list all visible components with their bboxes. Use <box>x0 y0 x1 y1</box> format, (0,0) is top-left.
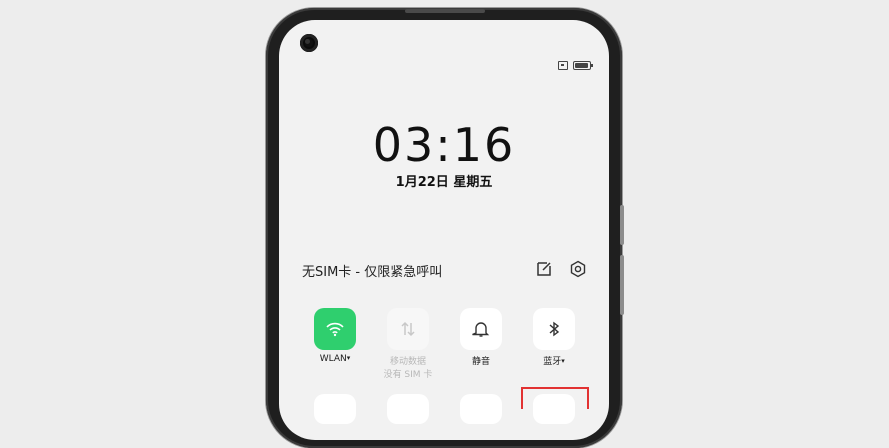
earpiece-speaker <box>405 9 485 13</box>
clock-time: 03:16 <box>372 118 516 172</box>
phone-screen <box>279 20 609 440</box>
tile-row2-2[interactable] <box>387 394 429 424</box>
wifi-icon <box>326 322 344 337</box>
bluetooth-toggle[interactable] <box>533 308 575 350</box>
volume-button <box>620 205 624 245</box>
sim-card-icon <box>558 60 568 70</box>
wlan-toggle[interactable] <box>314 308 356 350</box>
mute-toggle[interactable] <box>460 308 502 350</box>
sim-status-text: 无SIM卡 - 仅限紧急呼叫 <box>302 265 443 280</box>
status-bar <box>558 60 593 70</box>
bluetooth-label: 蓝牙▾ <box>519 354 589 367</box>
bluetooth-label-text: 蓝牙 <box>543 357 562 367</box>
settings-gear-icon[interactable] <box>569 260 587 278</box>
bluetooth-caret-icon[interactable]: ▾ <box>561 357 565 365</box>
front-camera-icon <box>300 34 318 52</box>
mobile-data-label: 移动数据 <box>389 357 426 367</box>
tile-row2-3[interactable] <box>460 394 502 424</box>
edit-icon[interactable] <box>535 260 553 278</box>
power-button <box>620 255 624 315</box>
highlight-box <box>521 387 589 409</box>
wlan-label: WLAN▾ <box>300 354 370 364</box>
wlan-caret-icon[interactable]: ▾ <box>347 354 351 362</box>
battery-icon <box>573 60 593 70</box>
wlan-label-text: WLAN <box>319 354 347 364</box>
mute-label: 静音 <box>471 357 490 367</box>
mobile-data-icon <box>401 321 415 337</box>
bluetooth-icon <box>549 321 560 337</box>
mobile-data-toggle[interactable] <box>387 308 429 350</box>
tile-row2-1[interactable] <box>314 394 356 424</box>
mobile-data-sublabel: 没有 SIM 卡 <box>383 370 433 380</box>
clock-date: 1月22日 星期五 <box>395 175 493 190</box>
bell-icon <box>472 322 490 337</box>
